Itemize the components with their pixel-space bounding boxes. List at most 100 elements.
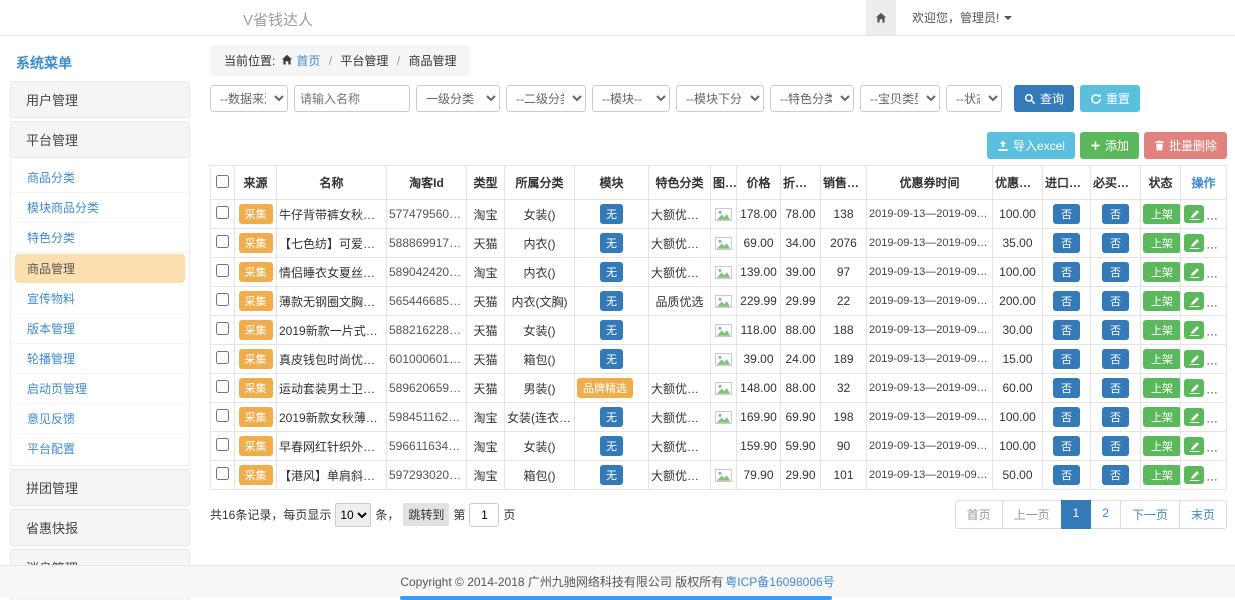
- must-buy-toggle-button[interactable]: 否: [1102, 407, 1129, 427]
- sidebar-item[interactable]: 版本管理: [11, 314, 189, 344]
- edit-button[interactable]: [1184, 234, 1204, 252]
- level1-category-select[interactable]: 一级分类: [416, 85, 500, 112]
- reset-button[interactable]: 重置: [1080, 85, 1140, 112]
- must-buy-toggle-button[interactable]: 否: [1102, 204, 1129, 224]
- import-toggle-button[interactable]: 否: [1053, 291, 1080, 311]
- per-page-select[interactable]: 10: [335, 503, 371, 527]
- status-select[interactable]: --状态--: [946, 85, 1002, 112]
- page-button-首页[interactable]: 首页: [955, 500, 1003, 529]
- status-button[interactable]: 上架: [1143, 233, 1181, 253]
- import-toggle-button[interactable]: 否: [1053, 465, 1080, 485]
- module-badge: 无: [600, 233, 623, 253]
- edit-button[interactable]: [1184, 379, 1204, 397]
- user-menu[interactable]: 欢迎您，管理员!: [912, 9, 1012, 26]
- must-buy-toggle-button[interactable]: 否: [1102, 291, 1129, 311]
- sidebar-item[interactable]: 意见反馈: [11, 404, 189, 434]
- search-button[interactable]: 查询: [1014, 85, 1074, 112]
- status-button[interactable]: 上架: [1143, 204, 1181, 224]
- import-toggle-button[interactable]: 否: [1053, 349, 1080, 369]
- page-button-上一页[interactable]: 上一页: [1002, 500, 1062, 529]
- jump-page-input[interactable]: [469, 503, 499, 527]
- import-excel-button[interactable]: 导入excel: [987, 132, 1075, 159]
- status-button[interactable]: 上架: [1143, 436, 1181, 456]
- breadcrumb-home-label: 首页: [296, 54, 320, 68]
- data-source-select[interactable]: --数据来源--: [210, 85, 288, 112]
- edit-button[interactable]: [1184, 437, 1204, 455]
- import-toggle-button[interactable]: 否: [1053, 320, 1080, 340]
- sidebar-item[interactable]: 启动页管理: [11, 374, 189, 404]
- name-input[interactable]: [294, 85, 410, 112]
- status-button[interactable]: 上架: [1143, 465, 1181, 485]
- status-button[interactable]: 上架: [1143, 262, 1181, 282]
- must-buy-toggle-button[interactable]: 否: [1102, 262, 1129, 282]
- row-checkbox[interactable]: [216, 380, 229, 393]
- status-button[interactable]: 上架: [1143, 407, 1181, 427]
- feature-category-select[interactable]: --特色分类--: [770, 85, 854, 112]
- row-checkbox[interactable]: [216, 293, 229, 306]
- status-button[interactable]: 上架: [1143, 349, 1181, 369]
- edit-button[interactable]: [1184, 205, 1204, 223]
- level2-category-select[interactable]: --二级分类--: [506, 85, 586, 112]
- edit-button[interactable]: [1184, 350, 1204, 368]
- column-header: 所属分类: [505, 166, 575, 200]
- sidebar-item[interactable]: 模块商品分类: [11, 193, 189, 223]
- import-toggle-button[interactable]: 否: [1053, 407, 1080, 427]
- import-toggle-button[interactable]: 否: [1053, 436, 1080, 456]
- sidebar-section-2[interactable]: 拼团管理: [10, 469, 190, 506]
- row-checkbox[interactable]: [216, 322, 229, 335]
- row-checkbox[interactable]: [216, 206, 229, 219]
- select-all-checkbox[interactable]: [216, 175, 229, 188]
- edit-button[interactable]: [1184, 466, 1204, 484]
- import-toggle-button[interactable]: 否: [1053, 233, 1080, 253]
- must-buy-toggle-button[interactable]: 否: [1102, 436, 1129, 456]
- sidebar-item[interactable]: 商品管理: [15, 254, 185, 283]
- module-subcategory-select[interactable]: --模块下分类--: [676, 85, 764, 112]
- row-checkbox[interactable]: [216, 409, 229, 422]
- sidebar-section-1[interactable]: 平台管理: [10, 121, 190, 158]
- sidebar-section-3[interactable]: 省惠快报: [10, 509, 190, 546]
- row-checkbox[interactable]: [216, 264, 229, 277]
- breadcrumb-home-link[interactable]: 首页: [275, 54, 320, 68]
- sidebar-item[interactable]: 商品分类: [11, 163, 189, 193]
- add-button[interactable]: 添加: [1080, 132, 1139, 159]
- row-checkbox[interactable]: [216, 467, 229, 480]
- status-button[interactable]: 上架: [1143, 378, 1181, 398]
- sidebar-item[interactable]: 轮播管理: [11, 344, 189, 374]
- home-button[interactable]: [866, 0, 896, 35]
- page-button-下一页[interactable]: 下一页: [1120, 500, 1180, 529]
- edit-button[interactable]: [1184, 292, 1204, 310]
- must-buy-toggle-button[interactable]: 否: [1102, 465, 1129, 485]
- edit-button[interactable]: [1184, 321, 1204, 339]
- page-button-2[interactable]: 2: [1090, 500, 1121, 529]
- sidebar-item[interactable]: 宣传物料: [11, 284, 189, 314]
- import-toggle-button[interactable]: 否: [1053, 262, 1080, 282]
- must-buy-toggle-button[interactable]: 否: [1102, 233, 1129, 253]
- row-checkbox-cell: [211, 200, 235, 229]
- edit-button[interactable]: [1184, 408, 1204, 426]
- status-button[interactable]: 上架: [1143, 291, 1181, 311]
- sidebar-section-0[interactable]: 用户管理: [10, 81, 190, 118]
- column-header: 操作: [1181, 166, 1227, 200]
- status-button[interactable]: 上架: [1143, 320, 1181, 340]
- edit-button[interactable]: [1184, 263, 1204, 281]
- item-type-select[interactable]: --宝贝类型--: [860, 85, 940, 112]
- row-checkbox[interactable]: [216, 351, 229, 364]
- sidebar-item[interactable]: 平台配置: [11, 434, 189, 463]
- must-buy-toggle-button[interactable]: 否: [1102, 378, 1129, 398]
- icp-link[interactable]: 粤ICP备16098006号: [725, 573, 834, 590]
- page-button-1[interactable]: 1: [1061, 500, 1092, 529]
- import-toggle-button[interactable]: 否: [1053, 378, 1080, 398]
- import-select-cell: 否: [1043, 403, 1091, 432]
- horizontal-scrollbar-thumb[interactable]: [400, 596, 832, 600]
- import-toggle-button[interactable]: 否: [1053, 204, 1080, 224]
- module-select[interactable]: --模块--: [592, 85, 670, 112]
- must-buy-toggle-button[interactable]: 否: [1102, 349, 1129, 369]
- sidebar-item[interactable]: 特色分类: [11, 223, 189, 253]
- status-cell: 上架: [1141, 287, 1181, 316]
- row-checkbox[interactable]: [216, 235, 229, 248]
- module-badge: 无: [600, 436, 623, 456]
- must-buy-toggle-button[interactable]: 否: [1102, 320, 1129, 340]
- page-button-末页[interactable]: 末页: [1179, 500, 1227, 529]
- batch-delete-button[interactable]: 批量删除: [1144, 132, 1227, 159]
- row-checkbox[interactable]: [216, 438, 229, 451]
